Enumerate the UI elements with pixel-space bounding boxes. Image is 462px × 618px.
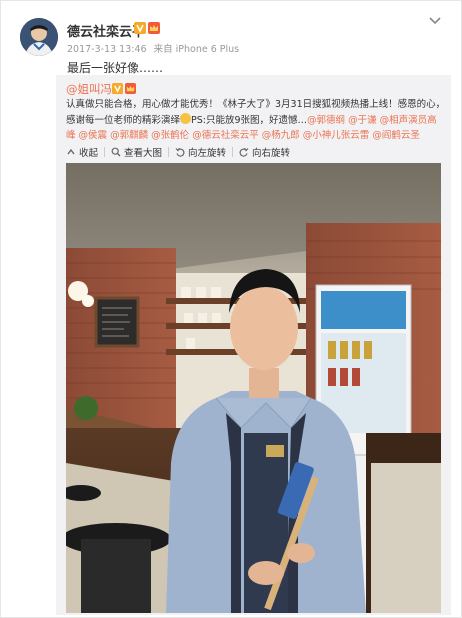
photo-illustration [66, 163, 441, 613]
post-text: 最后一张好像…… [67, 61, 164, 75]
collapse-icon [67, 148, 75, 155]
mention[interactable]: @杨九郎 [262, 130, 300, 141]
smile-emoji-icon [180, 112, 192, 124]
mention[interactable]: @小神儿张云雷 [303, 130, 370, 141]
rotate-left-icon [175, 147, 185, 157]
retweet-text-part2: PS:只能放9张图，好遗憾… [191, 114, 308, 126]
post-meta: 2017-3-13 13:46 来自 iPhone 6 Plus [67, 41, 239, 55]
mention[interactable]: @郭德纲 [307, 115, 345, 126]
zoom-icon [111, 147, 121, 157]
toolbar-divider [168, 147, 170, 157]
mention[interactable]: @德云社栾云平 [192, 130, 259, 141]
mention[interactable]: @张鹤伦 [151, 130, 189, 141]
view-large-label: 查看大图 [124, 148, 163, 159]
crown-icon [148, 22, 160, 34]
mention[interactable]: @侯震 [79, 130, 108, 141]
collapse-label: 收起 [79, 148, 99, 159]
crown-icon [125, 83, 136, 94]
rotate-right-button[interactable]: 向右旋转 [239, 145, 290, 159]
post-photo[interactable] [66, 163, 441, 613]
weibo-card: 德云社栾云平 2017-3-13 13:46 来自 iPhone 6 Plus … [0, 0, 462, 618]
rotate-left-button[interactable]: 向左旋转 [175, 145, 226, 159]
mention[interactable]: @阎鹤云圣 [372, 130, 420, 141]
mention[interactable]: @郭麒麟 [110, 130, 148, 141]
avatar[interactable] [20, 18, 58, 56]
rotate-right-label: 向右旋转 [252, 148, 291, 159]
collapse-button[interactable]: 收起 [66, 145, 98, 159]
toolbar-divider [104, 147, 106, 157]
rotate-left-label: 向左旋转 [188, 148, 227, 159]
view-large-button[interactable]: 查看大图 [111, 145, 162, 159]
toolbar-divider [232, 147, 234, 157]
mention[interactable]: @于谦 [348, 115, 377, 126]
post-timestamp[interactable]: 2017-3-13 13:46 [67, 44, 147, 55]
rotate-right-icon [239, 147, 249, 157]
retweet-box: @姐叫冯娟 认真做只能合格，用心做才能优秀！《林子大了》3月31日搜狐视频热播上… [56, 75, 451, 615]
image-toolbar: 收起 查看大图 向左旋转 向右旋转 [66, 145, 290, 159]
verified-v-icon [112, 83, 123, 94]
chevron-down-icon[interactable] [428, 16, 442, 26]
verified-v-icon [134, 22, 146, 34]
post-source: 来自 iPhone 6 Plus [153, 44, 240, 55]
retweet-text: 认真做只能合格，用心做才能优秀！《林子大了》3月31日搜狐视频热播上线！感恩的心… [66, 97, 446, 144]
